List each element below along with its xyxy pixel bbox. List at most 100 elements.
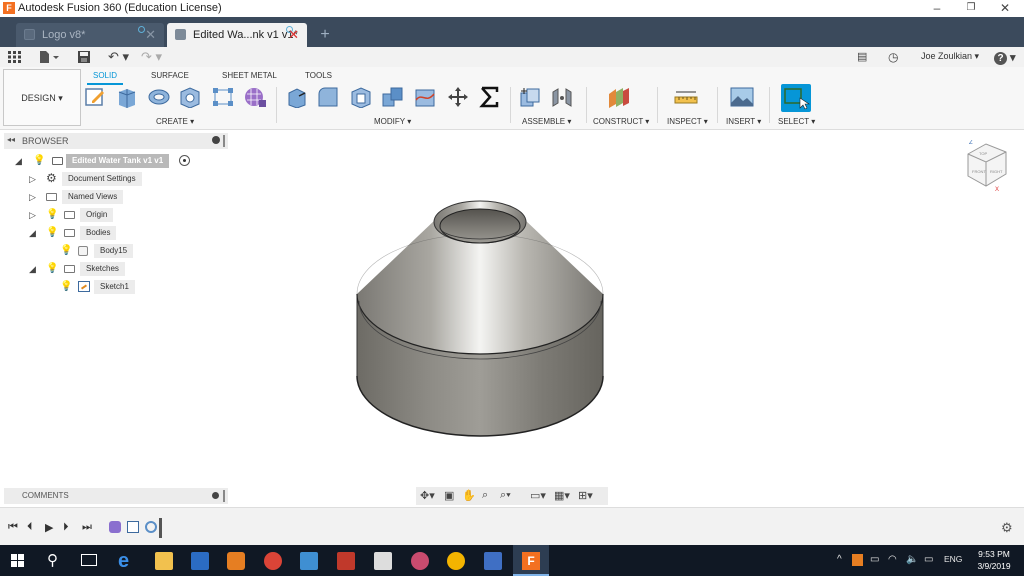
- task-view-icon[interactable]: [81, 554, 97, 566]
- form-icon[interactable]: [243, 86, 267, 108]
- parameters-sigma-icon[interactable]: [478, 86, 502, 108]
- display-settings-icon[interactable]: ▭▾: [530, 489, 546, 502]
- file-explorer-icon[interactable]: [155, 552, 173, 570]
- lightbulb-icon[interactable]: 💡: [60, 281, 72, 293]
- comments-panel[interactable]: COMMENTS: [4, 488, 228, 504]
- timeline-form-feature-icon[interactable]: [109, 521, 121, 533]
- tree-item-sketches[interactable]: ◢ 💡 Sketches: [0, 261, 230, 277]
- step-back-icon[interactable]: ⏴: [27, 521, 33, 534]
- move-icon[interactable]: [446, 86, 470, 108]
- collapse-triangle-icon[interactable]: ◢: [29, 228, 39, 238]
- show-hidden-icons[interactable]: ^: [837, 554, 842, 565]
- undo-icon[interactable]: ↶ ▾: [108, 49, 129, 65]
- help-icon[interactable]: ? ▾: [994, 50, 1016, 66]
- go-to-end-icon[interactable]: ⏭: [82, 521, 92, 534]
- redo-icon[interactable]: ↷ ▾: [141, 49, 162, 65]
- collapse-panel-icon[interactable]: ◂◂: [7, 135, 15, 144]
- tab-edited-water-tank[interactable]: Edited Wa...nk v1 v1* ✕: [167, 23, 307, 47]
- close-tab-icon[interactable]: ✕: [145, 27, 156, 43]
- tree-item-origin[interactable]: ▷ 💡 Origin: [0, 207, 230, 223]
- tray-battery-icon[interactable]: ▭: [870, 554, 879, 565]
- activate-radio-icon[interactable]: [179, 155, 190, 166]
- tab-surface[interactable]: SURFACE: [151, 71, 189, 80]
- close-window-button[interactable]: ✕: [988, 0, 1022, 17]
- revolve-icon[interactable]: [147, 86, 171, 108]
- wifi-icon[interactable]: ◠: [888, 554, 897, 565]
- pin-icon[interactable]: [212, 136, 220, 144]
- play-icon[interactable]: ▶: [45, 521, 53, 534]
- lightbulb-icon[interactable]: 💡: [60, 245, 72, 257]
- orbit-icon[interactable]: ✥▾: [420, 489, 435, 502]
- expand-triangle-icon[interactable]: ▷: [29, 192, 39, 202]
- lightbulb-icon[interactable]: 💡: [46, 209, 58, 221]
- minimize-button[interactable]: –: [920, 0, 954, 17]
- language-indicator[interactable]: ENG: [944, 554, 962, 564]
- volume-icon[interactable]: 🔈: [906, 554, 918, 565]
- go-to-start-icon[interactable]: ⏮: [8, 521, 18, 534]
- tab-tools[interactable]: TOOLS: [305, 71, 332, 80]
- viewports-icon[interactable]: ⊞▾: [578, 489, 593, 502]
- create-group-label[interactable]: CREATE ▾: [156, 117, 194, 126]
- tab-solid[interactable]: SOLID: [93, 71, 117, 80]
- lightbulb-icon[interactable]: 💡: [33, 155, 45, 167]
- water-tank-body[interactable]: [356, 200, 604, 437]
- notifications-icon[interactable]: ▤: [857, 49, 867, 65]
- press-pull-icon[interactable]: [285, 86, 309, 108]
- split-face-icon[interactable]: [413, 86, 437, 108]
- insert-group-label[interactable]: INSERT ▾: [726, 117, 761, 126]
- close-tab-icon[interactable]: ✕: [288, 27, 299, 43]
- inspect-group-label[interactable]: INSPECT ▾: [667, 117, 708, 126]
- joint-icon[interactable]: [550, 86, 574, 108]
- notification-tray-icon[interactable]: ▭: [924, 554, 933, 565]
- paint-app-icon[interactable]: [411, 552, 429, 570]
- chrome-icon[interactable]: [264, 552, 282, 570]
- expand-triangle-icon[interactable]: ◢: [15, 156, 25, 166]
- file-menu-icon[interactable]: [39, 51, 59, 67]
- tree-item-named-views[interactable]: ▷ Named Views: [0, 189, 230, 205]
- assemble-group-label[interactable]: ASSEMBLE ▾: [522, 117, 571, 126]
- tree-item-document-settings[interactable]: ▷ ⚙ Document Settings: [0, 171, 230, 187]
- step-forward-icon[interactable]: ⏵: [63, 521, 69, 534]
- offset-plane-icon[interactable]: [607, 86, 631, 108]
- new-tab-button[interactable]: +: [313, 26, 337, 46]
- edge-browser-icon[interactable]: e: [118, 551, 136, 571]
- timeline-revolve-feature-icon[interactable]: [145, 521, 157, 533]
- pattern-icon[interactable]: [211, 86, 235, 108]
- construct-group-label[interactable]: CONSTRUCT ▾: [593, 117, 649, 126]
- add-comment-icon[interactable]: [212, 492, 219, 499]
- media-app-icon[interactable]: [227, 552, 245, 570]
- panel-resize-handle[interactable]: [223, 135, 225, 147]
- app-icon[interactable]: [300, 552, 318, 570]
- create-sketch-icon[interactable]: [84, 86, 108, 108]
- tasks-app-icon[interactable]: [191, 552, 209, 570]
- pan-hand-icon[interactable]: ✋: [462, 489, 476, 502]
- tree-item-bodies[interactable]: ◢ 💡 Bodies: [0, 225, 230, 241]
- clock[interactable]: 9:53 PM 3/9/2019: [972, 548, 1016, 572]
- timeline-settings-gear-icon[interactable]: ⚙: [1001, 520, 1013, 536]
- look-at-icon[interactable]: ▣: [444, 489, 454, 502]
- expand-triangle-icon[interactable]: ▷: [29, 210, 39, 220]
- maximize-button[interactable]: ❐: [954, 0, 988, 17]
- tab-sheet-metal[interactable]: SHEET METAL: [222, 71, 277, 80]
- combine-icon[interactable]: [381, 86, 405, 108]
- workspace-switcher[interactable]: DESIGN ▾: [3, 69, 81, 126]
- modify-group-label[interactable]: MODIFY ▾: [374, 117, 411, 126]
- browser-header[interactable]: ◂◂ BROWSER: [4, 133, 228, 149]
- tray-app-icon[interactable]: [852, 554, 863, 566]
- fusion-taskbar-button[interactable]: F: [513, 545, 549, 576]
- extrude-icon[interactable]: [115, 86, 139, 108]
- history-clock-icon[interactable]: ◷: [888, 49, 898, 65]
- calculator-icon[interactable]: [374, 552, 392, 570]
- tree-root[interactable]: ◢ 💡 Edited Water Tank v1 v1: [0, 153, 230, 169]
- measure-icon[interactable]: [674, 86, 698, 108]
- chrome-icon[interactable]: [447, 552, 465, 570]
- lightbulb-icon[interactable]: 💡: [46, 227, 58, 239]
- windows-start-icon[interactable]: [11, 554, 24, 567]
- fillet-icon[interactable]: [316, 86, 340, 108]
- app-icon[interactable]: [337, 552, 355, 570]
- insert-image-icon[interactable]: [730, 86, 754, 108]
- tab-logo[interactable]: Logo v8* ✕: [16, 23, 164, 47]
- timeline-sketch-feature-icon[interactable]: [127, 521, 139, 533]
- save-icon[interactable]: [78, 51, 90, 67]
- select-tool-icon[interactable]: [781, 84, 811, 112]
